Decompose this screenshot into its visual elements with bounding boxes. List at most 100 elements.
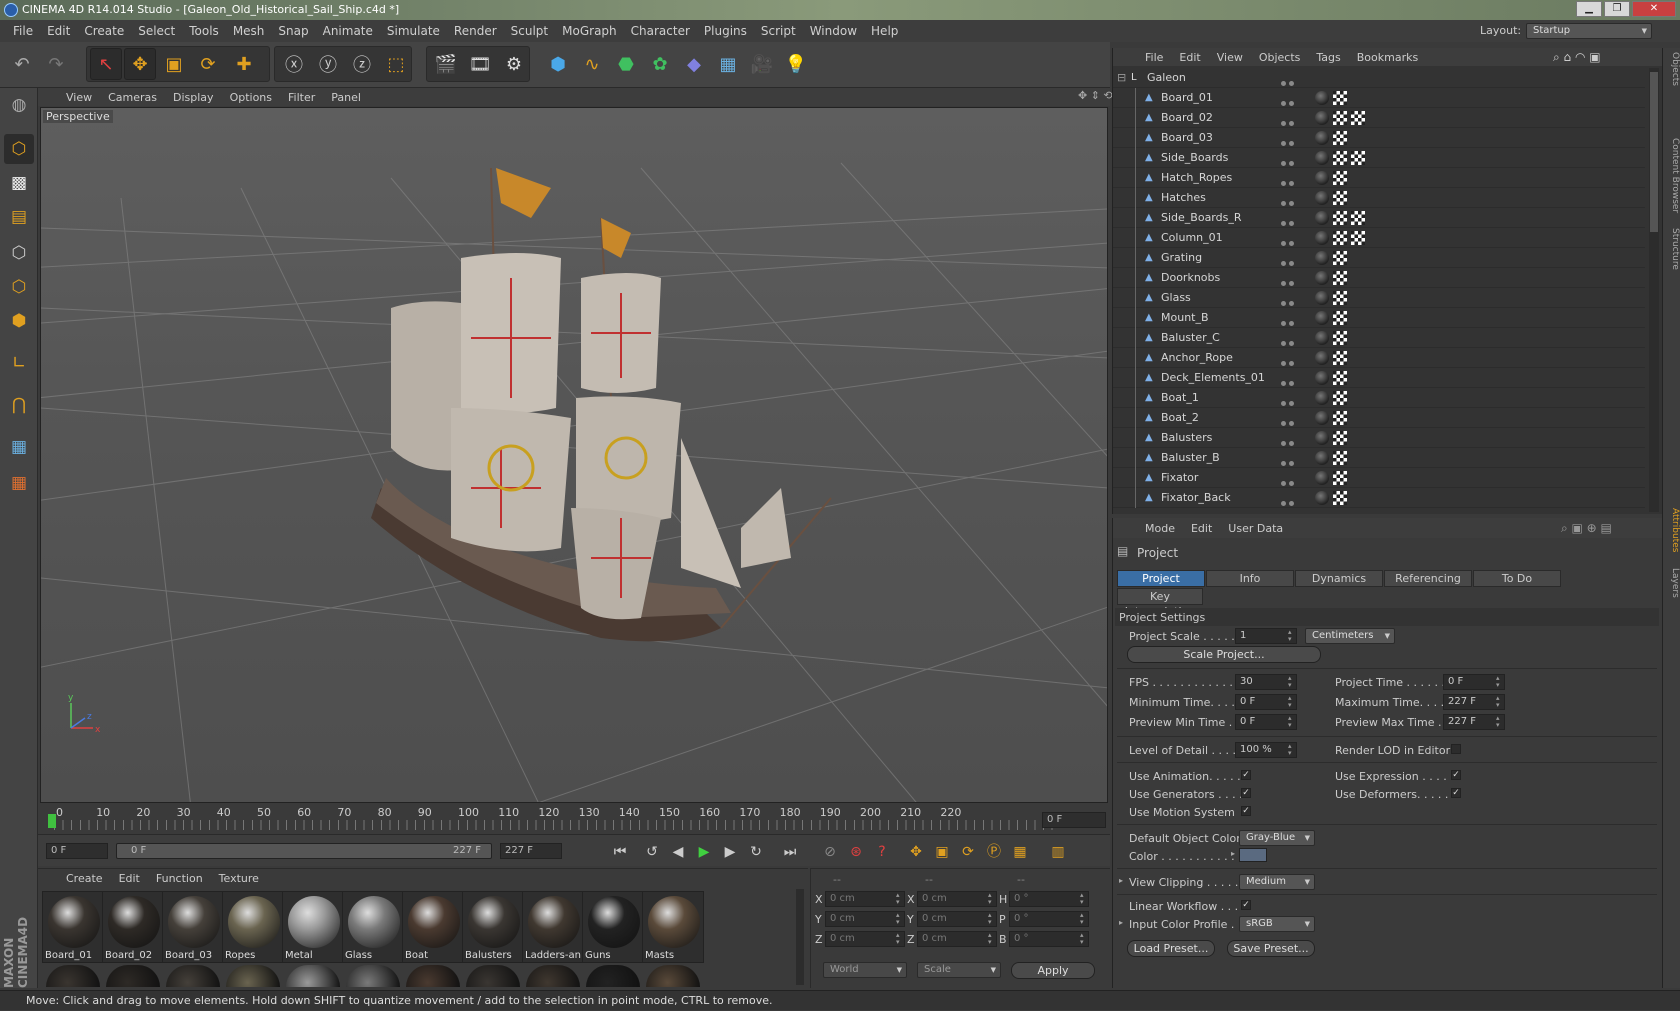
object-row-baluster-b[interactable]: ▲ Baluster_B xyxy=(1113,448,1645,468)
texture-tag-icon[interactable] xyxy=(1333,151,1347,165)
autokey-icon[interactable]: ⊛ xyxy=(846,842,866,862)
texture-mode-icon[interactable]: ▩ xyxy=(4,168,34,198)
object-row-anchor-rope[interactable]: ▲ Anchor_Rope xyxy=(1113,348,1645,368)
model-mode-icon[interactable]: ⬡ xyxy=(4,134,34,164)
scheme-icon[interactable]: ▥ xyxy=(1048,842,1068,862)
object-menu-objects[interactable]: Objects xyxy=(1251,51,1309,64)
material-tag-icon[interactable] xyxy=(1315,471,1329,485)
material-tag-icon[interactable] xyxy=(1315,411,1329,425)
previous-frame-icon[interactable]: ◀ xyxy=(668,842,688,862)
render-picture-viewer-icon[interactable]: 🎞 xyxy=(464,48,496,80)
object-menu-tags[interactable]: Tags xyxy=(1308,51,1348,64)
view-clipping-dropdown[interactable]: Medium xyxy=(1239,874,1315,890)
move-tool-icon[interactable]: ✥ xyxy=(124,48,156,80)
next-key-icon[interactable]: ↻ xyxy=(746,842,766,862)
expand-arrow-icon[interactable]: ▸ xyxy=(1119,876,1123,885)
redo-icon[interactable]: ↷ xyxy=(40,48,72,80)
texture-tag-icon[interactable] xyxy=(1333,131,1347,145)
visibility-dots[interactable] xyxy=(1281,453,1297,466)
material-tag-icon[interactable] xyxy=(1315,431,1329,445)
material-tag-icon[interactable] xyxy=(1315,191,1329,205)
collapse-icon[interactable]: ⊟ xyxy=(1117,68,1126,88)
object-row-fixator[interactable]: ▲ Fixator xyxy=(1113,468,1645,488)
use-expression-checkbox[interactable]: ✓ xyxy=(1451,770,1461,780)
texture-tag-icon[interactable] xyxy=(1333,291,1347,305)
material-metal[interactable]: Metal xyxy=(282,891,344,963)
visibility-dots[interactable] xyxy=(1281,153,1297,166)
material-tag-icon[interactable] xyxy=(1315,291,1329,305)
menu-window[interactable]: Window xyxy=(803,24,864,38)
texture-tag-icon[interactable] xyxy=(1333,171,1347,185)
object-row-boat-1[interactable]: ▲ Boat_1 xyxy=(1113,388,1645,408)
tab-key-interpolation[interactable]: Key Interpolation xyxy=(1117,588,1203,618)
menu-file[interactable]: File xyxy=(6,24,40,38)
apply-button[interactable]: Apply xyxy=(1011,962,1095,979)
object-row-baluster-c[interactable]: ▲ Baluster_C xyxy=(1113,328,1645,348)
attribute-toolbar-icons[interactable]: ⌕ ▣ ⊕ ▤ xyxy=(1553,521,1620,536)
preview-min-time-input[interactable]: 0 F xyxy=(1235,714,1297,730)
object-row-root[interactable]: ⊟ L Galeon xyxy=(1113,68,1645,88)
material-guns[interactable]: Guns xyxy=(582,891,644,963)
tab-info[interactable]: Info xyxy=(1206,570,1294,587)
attribute-menu-user-data[interactable]: User Data xyxy=(1220,522,1291,535)
texture-tag-icon[interactable] xyxy=(1333,471,1347,485)
tab-dynamics[interactable]: Dynamics xyxy=(1295,570,1383,587)
points-mode-icon[interactable]: ⬡ xyxy=(4,238,34,268)
viewport-menu-options[interactable]: Options xyxy=(222,91,280,104)
material-tag-icon[interactable] xyxy=(1315,351,1329,365)
coordinate-space-dropdown[interactable]: World xyxy=(823,962,907,978)
object-menu-file[interactable]: File xyxy=(1137,51,1171,64)
visibility-dots[interactable] xyxy=(1281,393,1297,406)
texture-tag-icon[interactable] xyxy=(1333,491,1347,505)
load-preset-button[interactable]: Load Preset... xyxy=(1127,940,1215,957)
texture-tag-icon[interactable] xyxy=(1333,351,1347,365)
coordinate-input[interactable]: 0 cm xyxy=(917,911,997,927)
use-motion-system-checkbox[interactable]: ✓ xyxy=(1241,806,1251,816)
workplane-lock-icon[interactable]: ▦ xyxy=(4,432,34,462)
menu-plugins[interactable]: Plugins xyxy=(697,24,754,38)
keyframe-selection-icon[interactable]: ? xyxy=(872,842,892,862)
object-row-fixator-back[interactable]: ▲ Fixator_Back xyxy=(1113,488,1645,508)
material-tag-icon[interactable] xyxy=(1315,211,1329,225)
use-deformers-checkbox[interactable]: ✓ xyxy=(1451,788,1461,798)
coordinate-input[interactable]: 0 ° xyxy=(1009,931,1089,947)
render-view-icon[interactable]: 🎬 xyxy=(430,48,462,80)
viewport-menu-panel[interactable]: Panel xyxy=(323,91,369,104)
workplane-mode-icon[interactable]: ▤ xyxy=(4,202,34,232)
start-frame-field[interactable]: 0 F xyxy=(46,843,108,859)
material-glass[interactable]: Glass xyxy=(342,891,404,963)
coordinate-input[interactable]: 0 cm xyxy=(825,911,905,927)
attribute-menu-edit[interactable]: Edit xyxy=(1183,522,1220,535)
object-menu-edit[interactable]: Edit xyxy=(1171,51,1208,64)
visibility-dots[interactable] xyxy=(1281,273,1297,286)
key-rotation-icon[interactable]: ⟳ xyxy=(958,842,978,862)
current-frame-field[interactable]: 0 F xyxy=(1042,812,1106,828)
texture-tag-icon[interactable] xyxy=(1333,371,1347,385)
object-row-glass[interactable]: ▲ Glass xyxy=(1113,288,1645,308)
end-frame-field[interactable]: 227 F xyxy=(500,843,562,859)
menu-animate[interactable]: Animate xyxy=(316,24,380,38)
side-tab-objects[interactable]: Objects xyxy=(1664,52,1680,86)
material-tag-icon[interactable] xyxy=(1315,111,1329,125)
visibility-dots[interactable] xyxy=(1281,113,1297,126)
linear-workflow-checkbox[interactable]: ✓ xyxy=(1241,900,1251,910)
material-tag-icon[interactable] xyxy=(1315,91,1329,105)
material-ropes[interactable]: Ropes xyxy=(222,891,284,963)
material-boat[interactable]: Boat xyxy=(402,891,464,963)
texture-tag-icon[interactable] xyxy=(1351,231,1365,245)
menu-edit[interactable]: Edit xyxy=(40,24,77,38)
object-manager-icons[interactable]: ⌕ ⌂ ◠ ▣ xyxy=(1553,50,1601,65)
visibility-dots[interactable] xyxy=(1281,173,1297,186)
input-color-profile-dropdown[interactable]: sRGB xyxy=(1239,916,1315,932)
visibility-dots[interactable] xyxy=(1281,73,1297,86)
render-lod-checkbox[interactable] xyxy=(1451,744,1461,754)
menu-snap[interactable]: Snap xyxy=(271,24,315,38)
maximize-button[interactable]: ❐ xyxy=(1604,1,1630,17)
visibility-dots[interactable] xyxy=(1281,473,1297,486)
object-row-hatch-ropes[interactable]: ▲ Hatch_Ropes xyxy=(1113,168,1645,188)
coordinate-mode-dropdown[interactable]: Scale xyxy=(917,962,1001,978)
tab-project-settings[interactable]: Project Settings xyxy=(1117,570,1205,600)
object-row-boat-2[interactable]: ▲ Boat_2 xyxy=(1113,408,1645,428)
side-tab-layers[interactable]: Layers xyxy=(1664,568,1680,598)
save-preset-button[interactable]: Save Preset... xyxy=(1227,940,1315,957)
